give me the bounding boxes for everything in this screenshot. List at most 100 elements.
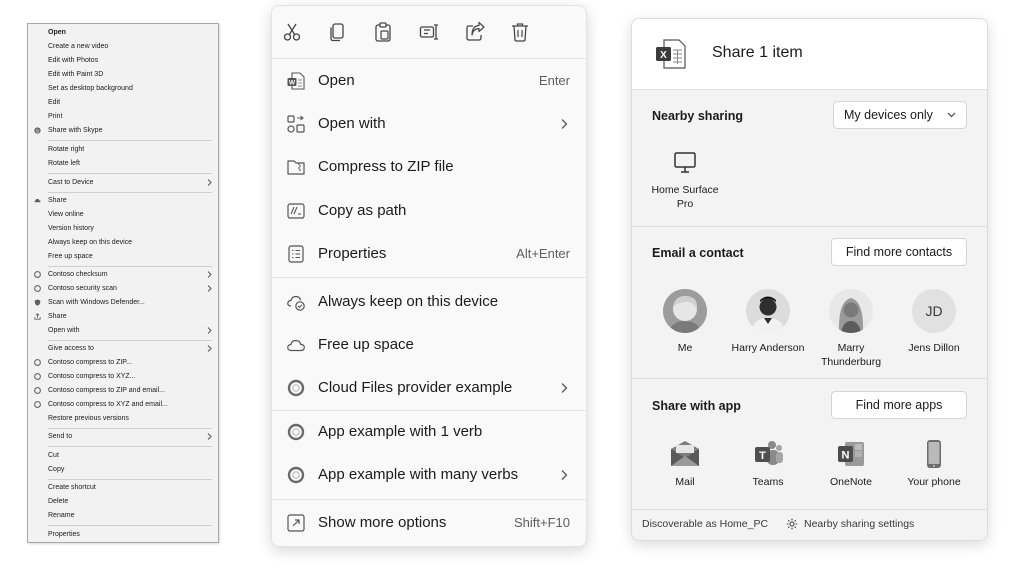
- find-more-apps-button[interactable]: Find more apps: [831, 391, 967, 419]
- chevron-right-icon: [207, 345, 212, 352]
- classic-item-cast-to-device[interactable]: Cast to Device: [28, 176, 218, 189]
- share-button[interactable]: [464, 21, 486, 43]
- classic-item-view-online[interactable]: View online: [28, 208, 218, 221]
- menu-item-open-with[interactable]: Open with: [272, 104, 586, 144]
- gear-icon: [786, 518, 798, 530]
- chevron-right-icon: [207, 327, 212, 334]
- app-teams[interactable]: T Teams: [728, 439, 808, 489]
- classic-item-rename[interactable]: Rename: [28, 509, 218, 522]
- classic-item-always-keep[interactable]: Always keep on this device: [28, 236, 218, 249]
- nearby-sharing-dropdown[interactable]: My devices only: [833, 101, 967, 129]
- contact-marry-thunderburg[interactable]: Marry Thunderburg: [811, 289, 891, 369]
- menu-item-app-many-verbs[interactable]: App example with many verbs: [272, 455, 586, 495]
- share-title: Share 1 item: [712, 44, 803, 61]
- person-photo-icon: [829, 289, 873, 333]
- avatar: [746, 289, 790, 333]
- classic-item-contoso-security[interactable]: Contoso security scan: [28, 282, 218, 295]
- menu-item-compress-zip[interactable]: Compress to ZIP file: [272, 147, 586, 187]
- mail-icon: [671, 441, 699, 466]
- classic-item-scan-defender[interactable]: Scan with Windows Defender...: [28, 296, 218, 309]
- monitor-icon: [674, 152, 696, 173]
- chevron-right-icon: [561, 470, 568, 480]
- classic-separator: [48, 479, 212, 480]
- avatar: JD: [912, 289, 956, 333]
- classic-item-rotate-right[interactable]: Rotate right: [28, 143, 218, 156]
- classic-item-share-skype[interactable]: S Share with Skype: [28, 124, 218, 137]
- classic-item-contoso-xyz-email[interactable]: Contoso compress to XYZ and email...: [28, 398, 218, 411]
- classic-item-create-shortcut[interactable]: Create shortcut: [28, 481, 218, 494]
- delete-button[interactable]: [509, 21, 531, 43]
- word-doc-icon: W: [287, 72, 305, 90]
- classic-item-set-background[interactable]: Set as desktop background: [28, 82, 218, 95]
- chevron-right-icon: [207, 179, 212, 186]
- classic-item-restore-versions[interactable]: Restore previous versions: [28, 412, 218, 425]
- menu-item-show-more-options[interactable]: Show more options Shift+F10: [272, 503, 586, 543]
- share-separator: [632, 378, 987, 379]
- paste-button[interactable]: [372, 21, 394, 43]
- classic-separator: [48, 173, 212, 174]
- rename-button[interactable]: [418, 21, 440, 43]
- share-icon: [34, 313, 41, 320]
- classic-item-open[interactable]: Open: [28, 26, 218, 39]
- classic-item-edit-photos[interactable]: Edit with Photos: [28, 54, 218, 67]
- zip-folder-icon: [287, 160, 305, 175]
- menu-separator: [272, 410, 586, 411]
- email-contact-title: Email a contact: [652, 246, 744, 260]
- contact-jens-dillon[interactable]: JD Jens Dillon: [894, 289, 974, 355]
- cut-button[interactable]: [281, 21, 303, 43]
- contoso-icon: [34, 373, 41, 380]
- share-with-app-title: Share with app: [652, 399, 741, 413]
- menu-item-cloud-files-provider[interactable]: Cloud Files provider example: [272, 368, 586, 408]
- app-onenote[interactable]: N OneNote: [811, 439, 891, 489]
- menu-item-open[interactable]: W Open Enter: [272, 61, 586, 101]
- teams-icon: T: [755, 441, 783, 465]
- contoso-icon: [34, 359, 41, 366]
- menu-item-free-up-space[interactable]: Free up space: [272, 325, 586, 365]
- classic-item-rotate-left[interactable]: Rotate left: [28, 157, 218, 170]
- share-header: X Share 1 item: [632, 19, 987, 90]
- classic-item-cut[interactable]: Cut: [28, 449, 218, 462]
- copy-button[interactable]: [327, 21, 349, 43]
- classic-item-contoso-xyz[interactable]: Contoso compress to XYZ...: [28, 370, 218, 383]
- menu-item-properties[interactable]: Properties Alt+Enter: [272, 234, 586, 274]
- cut-icon: [283, 23, 301, 41]
- menu-item-always-keep[interactable]: Always keep on this device: [272, 282, 586, 322]
- share-dialog: X Share 1 item Nearby sharing My devices…: [631, 18, 988, 541]
- nearby-device-home-surface[interactable]: Home Surface Pro: [645, 151, 725, 211]
- classic-item-contoso-zip-email[interactable]: Contoso compress to ZIP and email...: [28, 384, 218, 397]
- chevron-right-icon: [207, 285, 212, 292]
- classic-item-send-to[interactable]: Send to: [28, 430, 218, 443]
- classic-item-contoso-zip[interactable]: Contoso compress to ZIP...: [28, 356, 218, 369]
- classic-item-copy[interactable]: Copy: [28, 463, 218, 476]
- contoso-icon: [34, 271, 41, 278]
- contact-harry-anderson[interactable]: Harry Anderson: [728, 289, 808, 355]
- classic-item-open-with[interactable]: Open with: [28, 324, 218, 337]
- classic-item-create-video[interactable]: Create a new video: [28, 40, 218, 53]
- contoso-icon: [34, 387, 41, 394]
- classic-item-delete[interactable]: Delete: [28, 495, 218, 508]
- menu-item-app-one-verb[interactable]: App example with 1 verb: [272, 412, 586, 452]
- classic-item-contoso-checksum[interactable]: Contoso checksum: [28, 268, 218, 281]
- classic-item-share[interactable]: Share: [28, 310, 218, 323]
- contact-me[interactable]: Me: [645, 289, 725, 355]
- menu-separator: [272, 58, 586, 59]
- find-more-contacts-button[interactable]: Find more contacts: [831, 238, 967, 266]
- copy-icon: [330, 23, 344, 42]
- classic-item-give-access[interactable]: Give access to: [28, 342, 218, 355]
- ring-icon: [287, 466, 305, 484]
- classic-item-free-up-space[interactable]: Free up space: [28, 250, 218, 263]
- classic-item-edit[interactable]: Edit: [28, 96, 218, 109]
- modern-context-menu: W Open Enter Open with Compress to ZIP f…: [271, 5, 587, 547]
- menu-item-copy-as-path[interactable]: Copy as path: [272, 191, 586, 231]
- classic-item-properties[interactable]: Properties: [28, 528, 218, 541]
- show-more-icon: [287, 514, 305, 532]
- classic-item-share-onedrive[interactable]: Share: [28, 194, 218, 207]
- share-icon: [466, 21, 485, 41]
- classic-item-version-history[interactable]: Version history: [28, 222, 218, 235]
- classic-item-print[interactable]: Print: [28, 110, 218, 123]
- app-your-phone[interactable]: Your phone: [894, 439, 974, 489]
- nearby-sharing-settings-link[interactable]: Nearby sharing settings: [786, 516, 976, 534]
- classic-item-edit-paint3d[interactable]: Edit with Paint 3D: [28, 68, 218, 81]
- classic-context-menu: Open Create a new video Edit with Photos…: [27, 23, 219, 543]
- app-mail[interactable]: Mail: [645, 439, 725, 489]
